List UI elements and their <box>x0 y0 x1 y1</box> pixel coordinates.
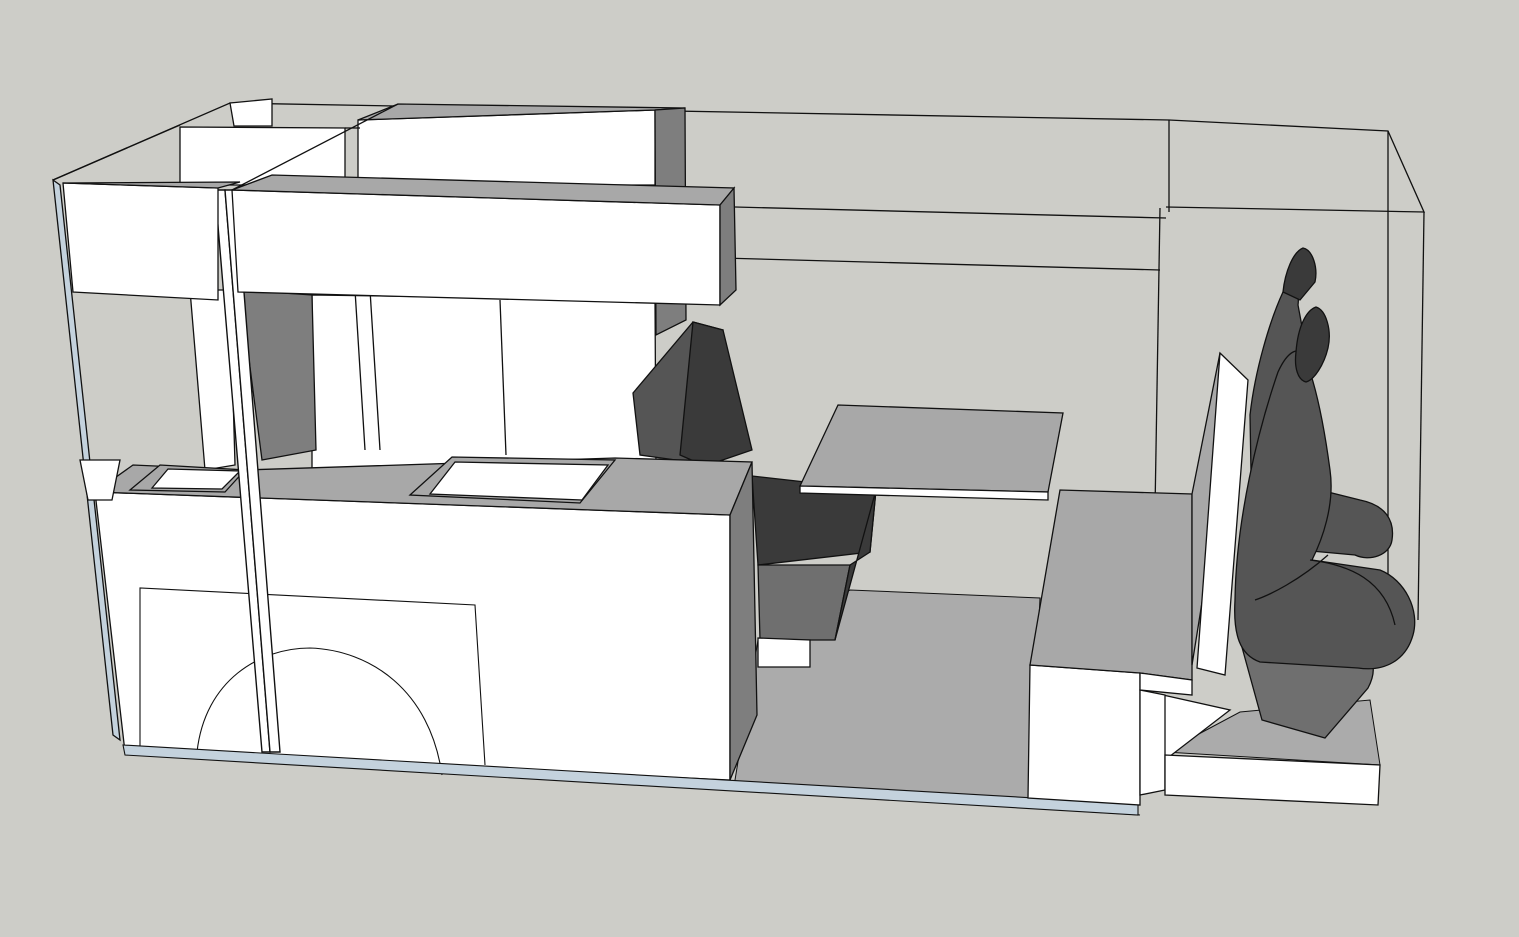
rear-tall-locker <box>190 290 656 470</box>
kitchen-counter <box>80 458 757 780</box>
dining-table <box>800 405 1063 500</box>
camper-van-interior-model[interactable] <box>0 0 1519 937</box>
3d-modeling-viewport[interactable] <box>0 0 1519 937</box>
